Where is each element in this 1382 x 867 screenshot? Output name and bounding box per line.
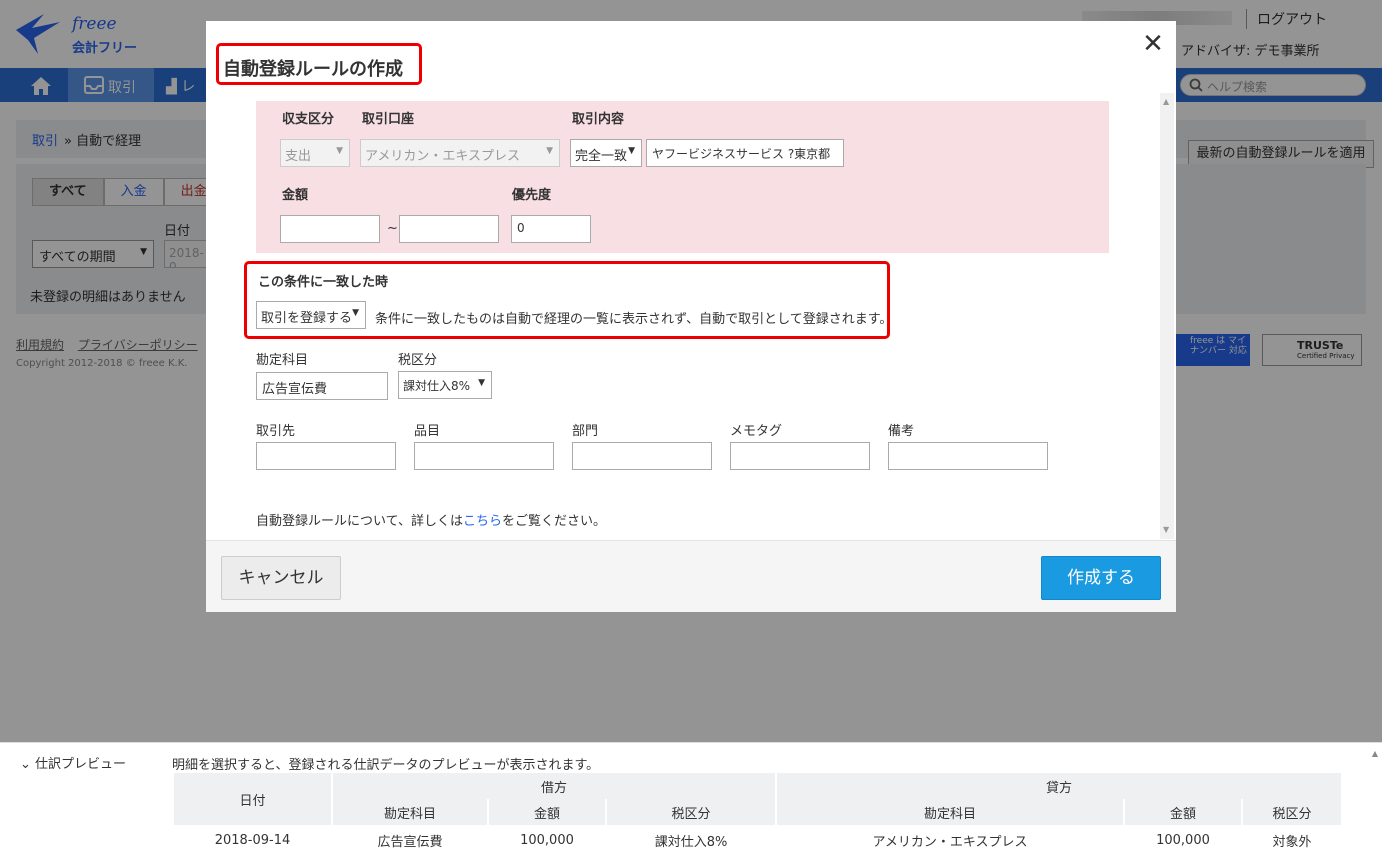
scroll-up-icon[interactable]: ▲ (1163, 97, 1169, 106)
match-action-value: 取引を登録する (261, 311, 353, 326)
match-heading: この条件に一致した時 (258, 275, 389, 290)
create-button[interactable]: 作成する (1041, 556, 1161, 600)
memo-input[interactable] (730, 442, 870, 470)
dialog-title: 自動登録ルールの作成 (216, 43, 422, 85)
dropdown-arrow-icon: ▼ (628, 146, 635, 156)
item-input[interactable] (414, 442, 554, 470)
match-action-section: この条件に一致した時 取引を登録する ▼ 条件に一致したものは自動で経理の一覧に… (244, 261, 893, 339)
row-credit-account: アメリカン・エキスプレス (872, 834, 1028, 850)
account-select[interactable]: アメリカン・エキスプレス ▼ (360, 139, 560, 167)
col-credit-amount: 金額 (1125, 799, 1241, 825)
dropdown-arrow-icon: ▼ (546, 146, 553, 156)
tax-label: 税区分 (398, 353, 438, 368)
content-input[interactable]: ヤフービジネスサービス ?東京都 (646, 139, 844, 167)
content-label: 取引内容 (572, 112, 625, 127)
tax-select[interactable]: 課対仕入8% ▼ (398, 371, 492, 399)
row-debit-tax: 課対仕入8% (654, 834, 728, 850)
amount-from-input[interactable] (280, 215, 380, 243)
priority-label: 優先度 (512, 188, 552, 203)
preview-message: 明細を選択すると、登録される仕訳データのプレビューが表示されます。 (172, 758, 600, 773)
chevron-down-icon: ⌄ (20, 757, 31, 772)
dialog-footer: キャンセル 作成する (206, 540, 1176, 612)
note-label: 備考 (888, 424, 915, 439)
help-prefix: 自動登録ルールについて、詳しくは (256, 514, 463, 529)
preview-toggle[interactable]: ⌄ 仕訳プレビュー (20, 753, 126, 772)
account-item-label: 勘定科目 (256, 353, 309, 368)
cancel-button[interactable]: キャンセル (221, 556, 341, 600)
dropdown-arrow-icon: ▼ (352, 308, 359, 318)
help-link[interactable]: こちら (463, 514, 502, 529)
match-description: 条件に一致したものは自動で経理の一覧に表示されず、自動で取引として登録されます。 (375, 312, 893, 327)
col-debit-amount: 金額 (489, 799, 605, 825)
dialog-scrollbar[interactable]: ▲ ▼ (1160, 93, 1174, 539)
preview-table: 日付 借方 貸方 勘定科目 金額 税区分 勘定科目 金額 税区分 2018-09… (172, 773, 1343, 855)
create-rule-dialog: 自動登録ルールの作成 ✕ 収支区分 取引口座 取引内容 支出 ▼ アメリカン・エ… (206, 21, 1176, 612)
dropdown-arrow-icon: ▼ (478, 378, 485, 388)
priority-input[interactable]: 0 (511, 215, 591, 243)
col-debit-tax: 税区分 (607, 799, 775, 825)
note-input[interactable] (888, 442, 1048, 470)
row-credit-amount: 100,000 (1156, 832, 1210, 848)
match-mode-select[interactable]: 完全一致 ▼ (570, 139, 642, 167)
type-select[interactable]: 支出 ▼ (280, 139, 350, 167)
tax-select-value: 課対仕入8% (403, 379, 471, 393)
row-date: 2018-09-14 (214, 832, 291, 848)
row-debit-account: 広告宣伝費 (377, 834, 443, 850)
match-action-select[interactable]: 取引を登録する ▼ (256, 301, 366, 329)
type-label: 収支区分 (282, 112, 335, 127)
journal-preview: ⌄ 仕訳プレビュー 明細を選択すると、登録される仕訳データのプレビューが表示され… (0, 742, 1382, 867)
col-credit: 貸方 (777, 773, 1341, 799)
close-icon[interactable]: ✕ (1140, 31, 1166, 57)
row-credit-tax: 対象外 (1272, 834, 1312, 850)
col-debit-account: 勘定科目 (333, 799, 487, 825)
scroll-up-icon[interactable]: ▲ (1372, 749, 1378, 758)
account-label: 取引口座 (362, 112, 415, 127)
dropdown-arrow-icon: ▼ (336, 146, 343, 156)
range-separator: ~ (387, 221, 398, 236)
type-select-value: 支出 (285, 149, 312, 164)
amount-to-input[interactable] (399, 215, 499, 243)
partner-label: 取引先 (256, 424, 296, 439)
scroll-down-icon[interactable]: ▼ (1163, 525, 1169, 534)
col-date: 日付 (174, 773, 331, 825)
table-row: 2018-09-14 広告宣伝費 100,000 課対仕入8% アメリカン・エキ… (174, 825, 1341, 855)
col-credit-tax: 税区分 (1243, 799, 1341, 825)
dept-input[interactable] (572, 442, 712, 470)
dept-label: 部門 (572, 424, 599, 439)
account-item-input[interactable]: 広告宣伝費 (256, 372, 388, 400)
preview-toggle-label: 仕訳プレビュー (35, 757, 127, 772)
item-label: 品目 (414, 424, 441, 439)
row-debit-amount: 100,000 (520, 832, 574, 848)
col-credit-account: 勘定科目 (777, 799, 1123, 825)
help-suffix: をご覧ください。 (501, 514, 606, 529)
memo-label: メモタグ (730, 424, 783, 439)
dialog-body: 収支区分 取引口座 取引内容 支出 ▼ アメリカン・エキスプレス ▼ 完全一致 … (206, 93, 1176, 539)
condition-section: 収支区分 取引口座 取引内容 支出 ▼ アメリカン・エキスプレス ▼ 完全一致 … (256, 101, 1109, 253)
amount-label: 金額 (282, 188, 309, 203)
partner-input[interactable] (256, 442, 396, 470)
help-text: 自動登録ルールについて、詳しくはこちらをご覧ください。 (256, 510, 606, 529)
col-debit: 借方 (333, 773, 775, 799)
account-select-value: アメリカン・エキスプレス (365, 149, 520, 164)
match-mode-value: 完全一致 (575, 149, 628, 164)
